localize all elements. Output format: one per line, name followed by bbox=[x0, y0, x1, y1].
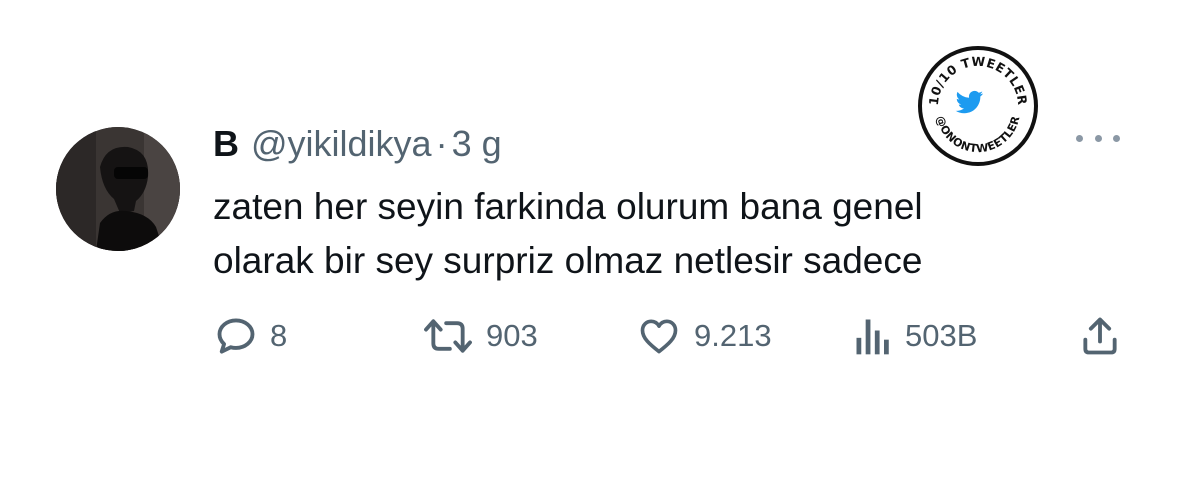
user-handle[interactable]: @yikildikya bbox=[251, 118, 432, 170]
like-button[interactable]: 9.213 bbox=[636, 312, 772, 360]
badge-logo: 10/10 TWEETLER @ONONTWEETLER bbox=[918, 46, 1038, 166]
tweet-time[interactable]: 3 g bbox=[452, 118, 502, 170]
display-name[interactable]: B bbox=[213, 118, 239, 170]
watermark-badge: 10/10 TWEETLER @ONONTWEETLER bbox=[916, 44, 1040, 168]
reply-icon bbox=[217, 318, 255, 354]
tweet-text: zaten her seyin farkinda olurum bana gen… bbox=[213, 180, 1113, 288]
tweet-header: B @yikildikya · 3 g bbox=[213, 118, 502, 170]
share-icon bbox=[1083, 317, 1117, 355]
more-icon-dot bbox=[1113, 134, 1120, 142]
heart-icon bbox=[640, 319, 678, 354]
retweet-button[interactable]: 903 bbox=[422, 312, 538, 360]
views-icon bbox=[856, 319, 889, 355]
avatar-image bbox=[56, 127, 180, 251]
views-count: 503B bbox=[905, 318, 978, 353]
reply-button[interactable]: 8 bbox=[214, 312, 287, 360]
tweet-text-line: olarak bir sey surpriz olmaz netlesir sa… bbox=[213, 240, 923, 281]
retweet-count: 903 bbox=[486, 318, 538, 353]
retweet-icon bbox=[424, 319, 472, 353]
like-count: 9.213 bbox=[694, 318, 772, 353]
share-button[interactable] bbox=[1078, 312, 1122, 360]
more-button[interactable] bbox=[1076, 128, 1120, 148]
separator-dot: · bbox=[435, 123, 448, 164]
reply-count: 8 bbox=[270, 318, 288, 353]
tweet-text-line: zaten her seyin farkinda olurum bana gen… bbox=[213, 186, 923, 227]
views-button[interactable]: 503B bbox=[853, 312, 977, 360]
more-icon-dot bbox=[1094, 134, 1102, 142]
avatar[interactable] bbox=[56, 127, 180, 251]
more-icon-dot bbox=[1076, 134, 1083, 142]
